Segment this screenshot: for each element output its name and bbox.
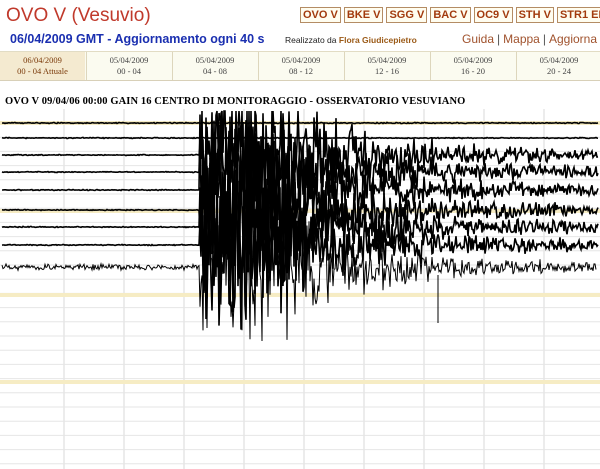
update-info: 06/04/2009 GMT - Aggiornamento ogni 40 s <box>10 32 265 46</box>
period-tab[interactable]: 05/04/2009 12 - 16 <box>344 52 429 80</box>
period-range: 00 - 04 <box>116 66 142 76</box>
credit-prefix: Realizzato da <box>285 35 337 45</box>
credit-author: Flora Giudicepietro <box>338 35 417 45</box>
period-range: 00 - 04 Attuale <box>17 66 68 76</box>
link-separator: | <box>497 32 501 46</box>
period-range: 08 - 12 <box>288 66 314 76</box>
station-tab-str1[interactable]: STR1 EHE <box>556 7 600 23</box>
period-tab[interactable]: 05/04/2009 04 - 08 <box>172 52 257 80</box>
period-date: 05/04/2009 <box>453 55 493 65</box>
station-tab-ovo[interactable]: OVO V <box>300 7 341 23</box>
period-date: 06/04/2009 <box>23 55 62 65</box>
period-tab[interactable]: 05/04/2009 20 - 24 <box>516 52 600 80</box>
station-tab-bac[interactable]: BAC V <box>430 7 471 23</box>
helicorder-header: OVO V 09/04/06 00:00 GAIN 16 CENTRO DI M… <box>5 96 466 107</box>
link-separator: | <box>542 32 546 46</box>
seismogram-trace <box>1 136 599 140</box>
period-tab[interactable]: 05/04/2009 00 - 04 <box>86 52 171 80</box>
guide-link[interactable]: Guida <box>462 32 494 46</box>
station-tab-sgg[interactable]: SGG V <box>386 7 428 23</box>
period-range: 12 - 16 <box>374 66 400 76</box>
seismogram-trace <box>1 121 599 125</box>
period-range: 04 - 08 <box>202 66 228 76</box>
page-title: OVO V (Vesuvio) <box>6 5 151 26</box>
period-tab[interactable]: 05/04/2009 08 - 12 <box>258 52 343 80</box>
period-range: 16 - 20 <box>460 66 486 76</box>
period-date: 05/04/2009 <box>367 55 407 65</box>
top-links: Guida | Mappa | Aggiorna <box>462 32 597 46</box>
period-date: 05/04/2009 <box>539 55 579 65</box>
map-link[interactable]: Mappa <box>503 32 540 46</box>
station-tab-sth[interactable]: STH V <box>515 7 554 23</box>
hour-band <box>0 293 600 297</box>
seismogram-traces <box>1 110 599 342</box>
station-tabs: OVO V BKE V SGG V BAC V OC9 V STH V STR1… <box>300 7 600 23</box>
seismogram-plot <box>0 109 600 469</box>
period-date: 05/04/2009 <box>195 55 235 65</box>
period-range: 20 - 24 <box>546 66 572 76</box>
station-tab-oc9[interactable]: OC9 V <box>473 7 513 23</box>
period-date: 05/04/2009 <box>109 55 149 65</box>
period-tab-current[interactable]: 06/04/2009 00 - 04 Attuale <box>0 52 85 80</box>
period-tab[interactable]: 05/04/2009 16 - 20 <box>430 52 515 80</box>
hour-band <box>0 380 600 384</box>
station-tab-bke[interactable]: BKE V <box>343 7 384 23</box>
refresh-link[interactable]: Aggiorna <box>549 32 597 46</box>
period-date: 05/04/2009 <box>281 55 321 65</box>
period-bar: 06/04/2009 00 - 04 Attuale 05/04/2009 00… <box>0 51 600 81</box>
credit: Realizzato da Flora Giudicepietro <box>285 35 417 45</box>
